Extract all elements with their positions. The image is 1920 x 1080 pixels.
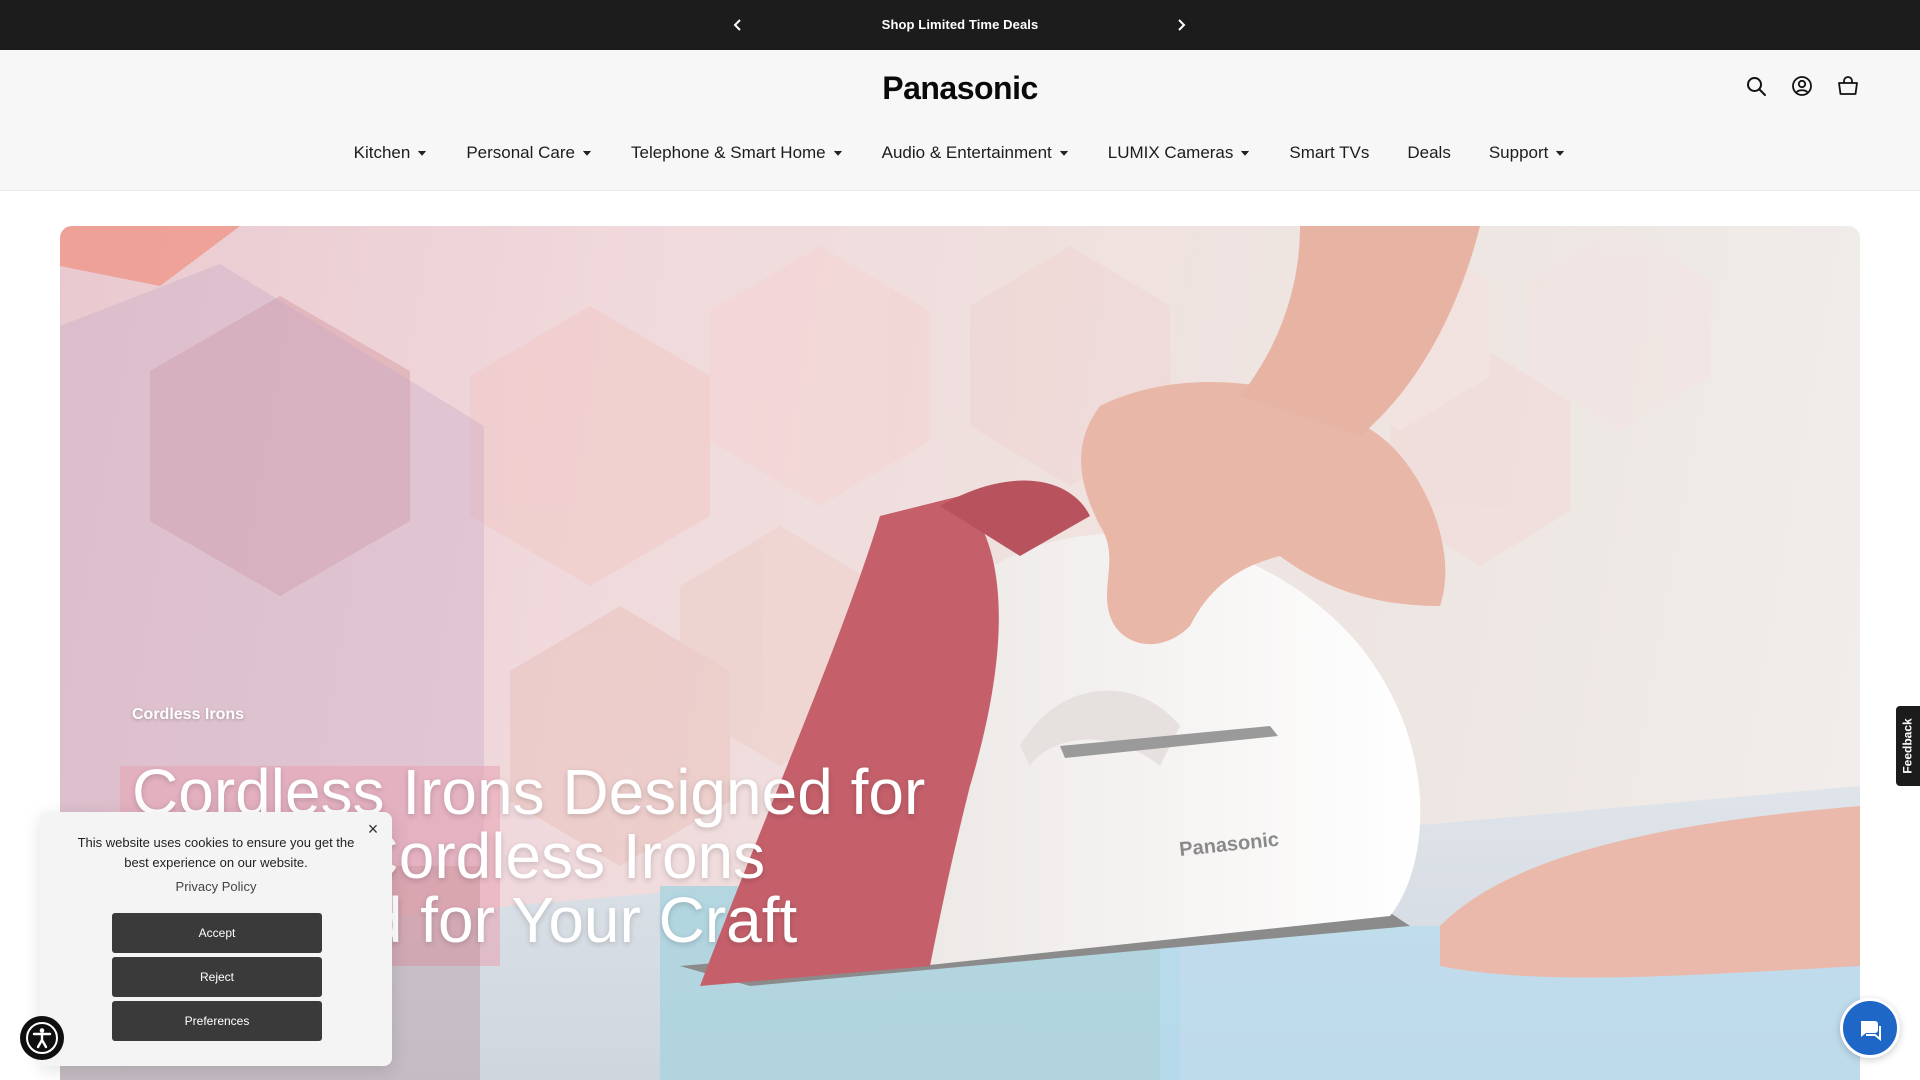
accessibility-button[interactable]	[20, 1016, 64, 1060]
reject-button[interactable]: Reject	[112, 957, 322, 997]
chevron-down-icon	[1556, 150, 1565, 156]
nav-item-deals[interactable]: Deals	[1407, 143, 1450, 163]
chevron-down-icon	[1059, 150, 1068, 156]
chevron-down-icon	[418, 150, 427, 156]
search-button[interactable]	[1744, 74, 1768, 98]
nav-item-kitchen[interactable]: Kitchen	[354, 143, 429, 163]
announcement-next-button[interactable]	[1169, 13, 1193, 37]
nav-item-support[interactable]: Support	[1489, 143, 1567, 163]
nav-item-label: Smart TVs	[1289, 143, 1370, 162]
nav-item-label: Personal Care	[466, 143, 575, 162]
chevron-down-icon	[1241, 150, 1250, 156]
nav-item-label: Telephone & Smart Home	[630, 143, 826, 162]
chevron-down-icon	[833, 150, 842, 156]
close-icon[interactable]: ×	[364, 820, 382, 838]
cookie-banner: × This website uses cookies to ensure yo…	[40, 812, 392, 1066]
nav-item-telephone-smart-home[interactable]: Telephone & Smart Home	[631, 143, 844, 163]
announcement-bar: Shop Limited Time Deals	[0, 0, 1920, 50]
nav-item-lumix-cameras[interactable]: LUMIX Cameras	[1108, 143, 1252, 163]
chevron-right-icon	[1178, 19, 1186, 31]
account-button[interactable]	[1790, 74, 1814, 98]
cookie-message: This website uses cookies to ensure you …	[77, 835, 355, 870]
nav-item-label: Support	[1488, 143, 1549, 162]
announcement-message[interactable]: Shop Limited Time Deals	[0, 17, 1920, 32]
chat-icon	[1861, 1021, 1881, 1042]
header-icons	[1744, 74, 1860, 98]
accessibility-icon	[26, 1022, 58, 1054]
chat-button[interactable]	[1840, 998, 1900, 1058]
nav-item-smart-tvs[interactable]: Smart TVs	[1289, 143, 1369, 163]
accept-button[interactable]: Accept	[112, 913, 322, 953]
main-nav: Kitchen Personal Care Telephone & Smart …	[0, 143, 1920, 163]
nav-item-label: Kitchen	[353, 143, 411, 162]
nav-item-label: Deals	[1407, 143, 1451, 162]
nav-item-label: LUMIX Cameras	[1107, 143, 1234, 162]
cart-button[interactable]	[1836, 74, 1860, 98]
feedback-label: Feedback	[1901, 718, 1916, 774]
nav-item-label: Audio & Entertainment	[881, 143, 1052, 162]
privacy-policy-link[interactable]: Privacy Policy	[40, 879, 392, 894]
cart-icon	[1838, 76, 1858, 95]
nav-item-audio-entertainment[interactable]: Audio & Entertainment	[882, 143, 1070, 163]
feedback-tab[interactable]: Feedback	[1896, 706, 1920, 786]
search-icon	[1747, 77, 1766, 96]
hero-eyebrow: Cordless Irons	[132, 706, 245, 723]
account-icon	[1792, 76, 1812, 96]
chevron-down-icon	[583, 150, 591, 156]
preferences-button[interactable]: Preferences	[112, 1001, 322, 1041]
panasonic-logo[interactable]: Panasonic	[0, 70, 1920, 107]
nav-item-personal-care[interactable]: Personal Care	[466, 143, 593, 163]
site-header: Panasonic Kitchen Personal Care Telephon…	[0, 50, 1920, 191]
